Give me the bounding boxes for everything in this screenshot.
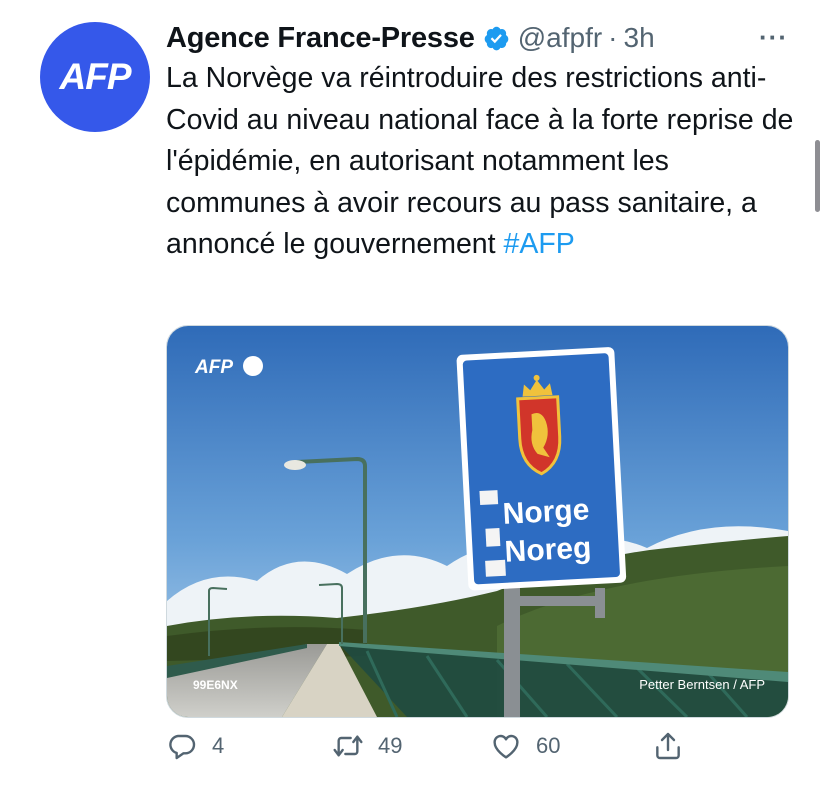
sign-noreg: Noreg xyxy=(504,531,592,568)
verified-badge-icon xyxy=(484,26,509,50)
tweet-header: Agence France-Presse @afpfr · 3h ··· xyxy=(166,18,788,58)
sign-norge: Norge xyxy=(502,493,590,530)
user-handle[interactable]: @afpfr xyxy=(518,22,602,54)
hashtag-link[interactable]: #AFP xyxy=(504,228,575,260)
tweet-actions: 4 49 60 xyxy=(166,730,726,774)
reply-icon xyxy=(169,734,196,760)
share-button[interactable] xyxy=(652,730,684,762)
avatar-logo-text: AFP xyxy=(59,56,132,97)
tweet-text: La Norvège va réintroduire des restricti… xyxy=(166,58,806,266)
more-options-icon[interactable]: ··· xyxy=(759,22,788,53)
retweet-button[interactable]: 49 xyxy=(332,730,402,762)
avatar[interactable]: AFP xyxy=(40,22,150,132)
scrollbar[interactable] xyxy=(815,140,820,212)
retweet-icon xyxy=(333,735,363,757)
retweet-count: 49 xyxy=(378,733,403,758)
display-name[interactable]: Agence France-Presse xyxy=(166,22,475,55)
tweet-body: La Norvège va réintroduire des restricti… xyxy=(166,62,794,260)
watermark-afp-logo: AFP xyxy=(194,357,233,378)
separator-dot: · xyxy=(608,22,618,53)
reply-count: 4 xyxy=(212,733,225,758)
reply-button[interactable]: 4 xyxy=(166,730,224,762)
like-button[interactable]: 60 xyxy=(490,730,560,762)
timestamp[interactable]: 3h xyxy=(624,22,655,54)
photo-credit: Petter Berntsen / AFP xyxy=(639,677,765,692)
tweet-photo[interactable]: Norge Noreg AFP 99E6NX Petter Berntsen /… xyxy=(166,325,789,718)
watermark-dot-icon xyxy=(243,356,263,376)
photo-id: 99E6NX xyxy=(193,678,238,692)
heart-icon xyxy=(493,734,519,759)
photo-scene: Norge Noreg AFP 99E6NX Petter Berntsen /… xyxy=(167,326,788,717)
like-count: 60 xyxy=(536,733,561,758)
share-icon xyxy=(656,732,680,760)
